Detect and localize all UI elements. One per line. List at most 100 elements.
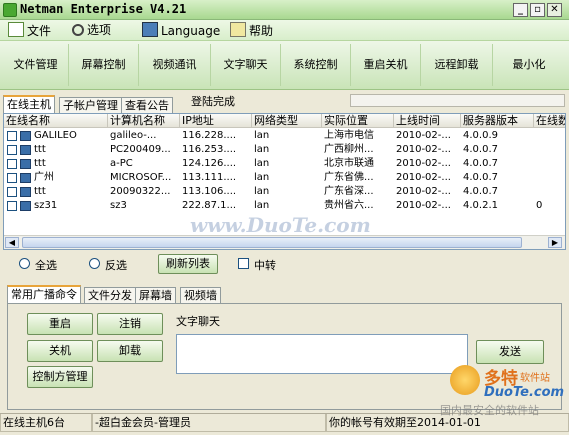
refresh-list-button[interactable]: 刷新列表	[158, 254, 218, 274]
invert-selection-label: 反选	[105, 259, 127, 272]
shutdown-button[interactable]: 关机	[27, 340, 93, 362]
cell-location: 广东省深...	[324, 186, 374, 197]
computer-icon	[20, 173, 31, 183]
column-header-ip[interactable]: IP地址	[180, 114, 252, 128]
cell-network: lan	[254, 186, 270, 197]
column-header-network[interactable]: 网络类型	[252, 114, 322, 128]
restart-button[interactable]: 重启	[27, 313, 93, 335]
menu-language[interactable]: Language	[142, 22, 220, 38]
computer-icon	[20, 201, 31, 211]
relay-checkbox[interactable]	[238, 258, 249, 269]
cell-location: 贵州省六...	[324, 200, 374, 211]
cell-version: 4.0.0.7	[463, 186, 498, 197]
maximize-button[interactable]: ▫	[530, 3, 545, 17]
cell-name: ttt	[34, 158, 46, 169]
screen-control-button[interactable]: 屏幕控制	[69, 44, 139, 86]
system-control-button[interactable]: 系统控制	[281, 44, 351, 86]
video-call-button[interactable]: 视频通讯	[139, 44, 211, 86]
column-header-location[interactable]: 实际位置	[322, 114, 394, 128]
cell-computer: MICROSOF...	[110, 172, 172, 183]
cell-version: 4.0.0.9	[463, 130, 498, 141]
row-checkbox[interactable]	[7, 187, 17, 197]
uninstall-button[interactable]: 卸载	[97, 340, 163, 362]
cell-online-time: 2010-02-...	[396, 186, 451, 197]
brand-site: DuoTe.com	[484, 385, 565, 400]
menu-file[interactable]: 文件	[8, 22, 51, 38]
tab-announcements[interactable]: 查看公告	[121, 97, 173, 113]
app-icon	[3, 3, 17, 17]
send-button[interactable]: 发送	[476, 340, 544, 364]
cell-name: ttt	[34, 144, 46, 155]
menu-help[interactable]: 帮助	[230, 22, 273, 38]
cell-ip: 222.87.1...	[182, 200, 237, 211]
restart-shutdown-button[interactable]: 重启关机	[351, 44, 421, 86]
close-button[interactable]: ✕	[547, 3, 562, 17]
cell-computer: a-PC	[110, 158, 133, 169]
cell-online-time: 2010-02-...	[396, 200, 451, 211]
cell-location: 广东省佛...	[324, 172, 374, 183]
cell-ip: 124.126....	[182, 158, 237, 169]
row-checkbox[interactable]	[7, 131, 17, 141]
cell-online-time: 2010-02-...	[396, 144, 451, 155]
row-checkbox[interactable]	[7, 201, 17, 211]
cell-computer: sz3	[110, 200, 127, 211]
row-checkbox[interactable]	[7, 173, 17, 183]
chat-input[interactable]	[176, 334, 468, 374]
cell-ip: 113.106....	[182, 186, 237, 197]
select-all-radio[interactable]	[19, 258, 30, 269]
cell-online-time: 2010-02-...	[396, 130, 451, 141]
chat-label: 文字聊天	[176, 315, 220, 328]
watermark-text: www.DuoTe.com	[190, 213, 371, 237]
cell-location: 上海市电信	[324, 130, 374, 141]
row-checkbox[interactable]	[7, 145, 17, 155]
column-header-online-time[interactable]: 上线时间	[394, 114, 461, 128]
cell-name: GALILEO	[34, 130, 77, 141]
cell-network: lan	[254, 200, 270, 211]
scroll-right-icon[interactable]: ▶	[548, 237, 562, 248]
cell-computer: 20090322...	[110, 186, 171, 197]
column-header-computer[interactable]: 计算机名称	[108, 114, 180, 128]
cell-online-count: 0	[536, 200, 543, 211]
tab-file-distribution[interactable]: 文件分发	[84, 287, 136, 303]
logoff-button[interactable]: 注销	[97, 313, 163, 335]
text-chat-button[interactable]: 文字聊天	[211, 44, 281, 86]
tab-broadcast-commands[interactable]: 常用广播命令	[7, 285, 81, 303]
cell-network: lan	[254, 158, 270, 169]
help-icon	[230, 22, 246, 37]
window-title: Netman Enterprise V4.21	[20, 2, 187, 16]
console-manage-button[interactable]: 控制方管理	[27, 366, 93, 388]
scroll-left-icon[interactable]: ◀	[5, 237, 19, 248]
scrollbar-thumb[interactable]	[22, 237, 522, 248]
tab-screen-wall[interactable]: 屏幕墙	[135, 287, 176, 303]
cell-version: 4.0.0.7	[463, 144, 498, 155]
cell-name: 广州	[34, 172, 54, 183]
tab-video-wall[interactable]: 视频墙	[180, 287, 221, 303]
row-checkbox[interactable]	[7, 159, 17, 169]
minimize-tool-button[interactable]: 最小化	[493, 44, 565, 86]
file-icon	[8, 22, 24, 37]
brand-sub: 软件站	[520, 373, 550, 384]
cell-online-count	[534, 157, 565, 171]
invert-selection-radio[interactable]	[89, 258, 100, 269]
cell-online-count	[534, 129, 565, 143]
cell-name: ttt	[34, 186, 46, 197]
column-header-online-count[interactable]: 在线数	[534, 114, 565, 128]
tab-online-hosts[interactable]: 在线主机	[3, 95, 55, 113]
file-manager-button[interactable]: 文件管理	[3, 44, 69, 86]
menu-options[interactable]: 选项	[72, 22, 111, 38]
language-icon	[142, 22, 158, 37]
column-header-version[interactable]: 服务器版本	[461, 114, 534, 128]
duote-logo-icon	[450, 365, 480, 395]
cell-name: sz31	[34, 200, 58, 211]
cell-network: lan	[254, 172, 270, 183]
cell-ip: 116.228....	[182, 130, 237, 141]
progress-bar	[350, 94, 565, 107]
cell-online-count	[534, 143, 565, 157]
computer-icon	[20, 187, 31, 197]
tab-subaccounts[interactable]: 子帐户管理	[59, 97, 122, 113]
computer-icon	[20, 131, 31, 141]
horizontal-scrollbar[interactable]: ◀ ▶	[4, 235, 565, 249]
remote-uninstall-button[interactable]: 远程卸载	[421, 44, 493, 86]
minimize-button[interactable]: _	[513, 3, 528, 17]
column-header-name[interactable]: 在线名称	[4, 114, 108, 128]
